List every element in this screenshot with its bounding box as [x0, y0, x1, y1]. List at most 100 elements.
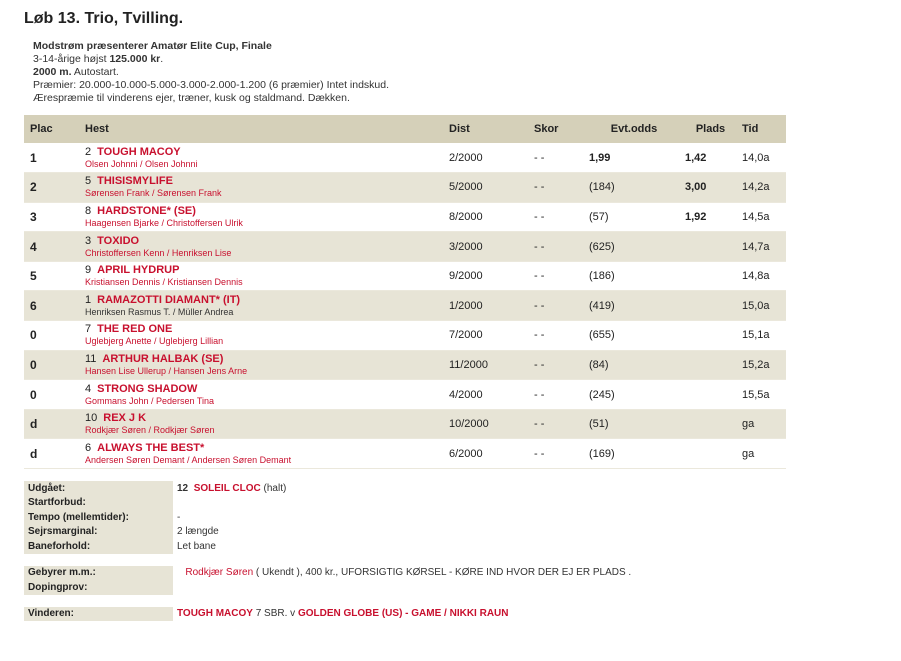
udgaet-horse-link[interactable]: SOLEIL CLOC — [194, 483, 261, 494]
cell-plac: d — [24, 438, 79, 470]
cell-horse: 3 TOXIDO Christoffersen Kenn / Henriksen L… — [79, 231, 443, 262]
startforbud-label: Startforbud: — [24, 495, 172, 511]
horse-drivers[interactable]: Christoffersen Kenn / Henriksen Lise — [85, 248, 443, 259]
cell-skor: - - — [528, 350, 583, 381]
race-result-page: Løb 13. Trio, Tvilling. Modstrøm præsent… — [0, 0, 901, 661]
cell-dist: 3/2000 — [443, 231, 528, 262]
cell-plads: 1,42 — [679, 143, 736, 174]
cell-horse: 6 ALWAYS THE BEST* Andersen Søren Demant /… — [79, 438, 443, 470]
cell-dist: 5/2000 — [443, 172, 528, 203]
eligibility-prefix: 3-14-årige højst — [33, 53, 110, 65]
cell-plads — [679, 438, 736, 470]
cell-dist: 8/2000 — [443, 202, 528, 233]
cell-odds: (245) — [583, 379, 679, 410]
horse-drivers[interactable]: Kristiansen Dennis / Kristiansen Dennis — [85, 277, 443, 288]
horse-name-link[interactable]: TOUGH MACOY — [97, 146, 181, 158]
horse-name-link[interactable]: THISISMYLIFE — [97, 175, 173, 187]
horse-drivers[interactable]: Gommans John / Pedersen Tina — [85, 396, 443, 407]
header-skor: Skor — [528, 115, 583, 143]
cell-tid: 15,5a — [736, 379, 786, 410]
horse-drivers[interactable]: Olsen Johnni / Olsen Johnni — [85, 159, 443, 170]
cell-plac: 6 — [24, 290, 79, 322]
cell-dist: 1/2000 — [443, 290, 528, 322]
doping-value — [171, 580, 786, 595]
race-start-type: Autostart. — [71, 66, 119, 78]
gebyrer-text: ( Ukendt ), 400 kr., UFORSIGTIG KØRSEL -… — [253, 567, 632, 579]
cell-plads — [679, 320, 736, 351]
race-distance-line: 2000 m. Autostart. — [33, 66, 901, 79]
horse-number: 6 — [85, 441, 92, 454]
cell-plac: 5 — [24, 261, 79, 292]
horse-drivers[interactable]: Uglebjerg Anette / Uglebjerg Lillian — [85, 336, 443, 347]
horse-name-link[interactable]: APRIL HYDRUP — [97, 264, 179, 276]
horse-name-link[interactable]: THE RED ONE — [97, 323, 172, 335]
table-row: 4 3 TOXIDO Christoffersen Kenn / Henriksen… — [24, 231, 786, 262]
startforbud-value — [171, 495, 786, 511]
horse-drivers[interactable]: Haagensen Bjarke / Christoffersen Ulrik — [85, 218, 443, 229]
vinderen-horse-link[interactable]: TOUGH MACOY — [177, 608, 253, 619]
cell-skor: - - — [528, 143, 583, 174]
gebyrer-name-link[interactable]: Rodkjær Søren — [185, 567, 253, 578]
table-row: d 10 REX J K Rodkjær Søren / Rodkjær Søren… — [24, 409, 786, 440]
table-row: 2 5 THISISMYLIFE Sørensen Frank / Sørensen… — [24, 172, 786, 203]
cell-dist: 4/2000 — [443, 379, 528, 410]
table-row: d 6 ALWAYS THE BEST* Andersen Søren Demant… — [24, 438, 786, 470]
horse-number: 8 — [85, 204, 92, 217]
cell-plac: d — [24, 409, 79, 440]
cell-dist: 9/2000 — [443, 261, 528, 292]
cell-odds: (184) — [583, 172, 679, 203]
spacer-cell — [24, 594, 172, 607]
results-body: 1 2 TOUGH MACOY Olsen Johnni / Olsen Johnn… — [24, 143, 786, 470]
horse-name-link[interactable]: REX J K — [103, 412, 146, 424]
horse-name-link[interactable]: STRONG SHADOW — [97, 383, 197, 395]
horse-drivers[interactable]: Henriksen Rasmus T. / Müller Andrea — [85, 307, 443, 318]
cell-horse: 10 REX J K Rodkjær Søren / Rodkjær Søren — [79, 409, 443, 440]
cell-odds: (84) — [583, 350, 679, 381]
horse-name-link[interactable]: HARDSTONE* (SE) — [97, 205, 196, 217]
cell-odds: (51) — [583, 409, 679, 440]
info-row-startforbud: Startforbud: — [24, 495, 786, 511]
horse-number: 7 — [85, 323, 92, 336]
cell-tid: 14,2a — [736, 172, 786, 203]
table-row: 6 1 RAMAZOTTI DIAMANT* (IT) Henriksen Rasm… — [24, 290, 786, 322]
cell-skor: - - — [528, 261, 583, 292]
vinderen-sire-link[interactable]: GOLDEN GLOBE (US) - GAME / NIKKI RAUN — [298, 608, 509, 619]
sejrsmargin-label: Sejrsmarginal: — [24, 524, 172, 540]
horse-name-link[interactable]: ARTHUR HALBAK (SE) — [102, 353, 223, 365]
cell-plads — [679, 409, 736, 440]
udgaet-value: 12 SOLEIL CLOC (halt) — [171, 481, 786, 496]
cell-horse: 7 THE RED ONE Uglebjerg Anette / Uglebjerg… — [79, 320, 443, 351]
horse-name-link[interactable]: ALWAYS THE BEST* — [97, 442, 204, 454]
vinderen-label: Vinderen: — [24, 606, 172, 622]
cell-skor: - - — [528, 320, 583, 351]
cell-skor: - - — [528, 231, 583, 262]
tempo-value: - — [171, 510, 786, 525]
horse-name-link[interactable]: RAMAZOTTI DIAMANT* (IT) — [97, 294, 240, 306]
info-row-doping: Dopingprov: — [24, 580, 786, 595]
horse-number: 3 — [85, 234, 92, 247]
horse-drivers[interactable]: Andersen Søren Demant / Andersen Søren D… — [85, 455, 443, 466]
udgaet-number: 12 — [177, 482, 189, 494]
results-table: Plac Hest Dist Skor Evt.odds Plads Tid 1… — [24, 115, 786, 470]
cell-plac: 1 — [24, 143, 79, 174]
cell-tid: 15,1a — [736, 320, 786, 351]
header-odds: Evt.odds — [583, 115, 679, 143]
doping-label: Dopingprov: — [24, 580, 172, 595]
cell-skor: - - — [528, 202, 583, 233]
cell-plads — [679, 379, 736, 410]
cell-plads: 3,00 — [679, 172, 736, 203]
cell-skor: - - — [528, 172, 583, 203]
horse-drivers[interactable]: Rodkjær Søren / Rodkjær Søren — [85, 425, 443, 436]
cell-skor: - - — [528, 438, 583, 470]
horse-name-link[interactable]: TOXIDO — [97, 235, 139, 247]
gebyrer-value: Rodkjær Søren ( Ukendt ), 400 kr., UFORS… — [171, 565, 786, 581]
table-row: 3 8 HARDSTONE* (SE) Haagensen Bjarke / Chr… — [24, 202, 786, 233]
cell-horse: 5 THISISMYLIFE Sørensen Frank / Sørensen F… — [79, 172, 443, 203]
baneforhold-value: Let bane — [171, 539, 786, 554]
horse-drivers[interactable]: Sørensen Frank / Sørensen Frank — [85, 188, 443, 199]
header-plads: Plads — [679, 115, 736, 143]
cell-skor: - - — [528, 409, 583, 440]
horse-number: 2 — [85, 145, 92, 158]
header-dist: Dist — [443, 115, 528, 143]
horse-drivers[interactable]: Hansen Lise Ullerup / Hansen Jens Arne — [85, 366, 443, 377]
